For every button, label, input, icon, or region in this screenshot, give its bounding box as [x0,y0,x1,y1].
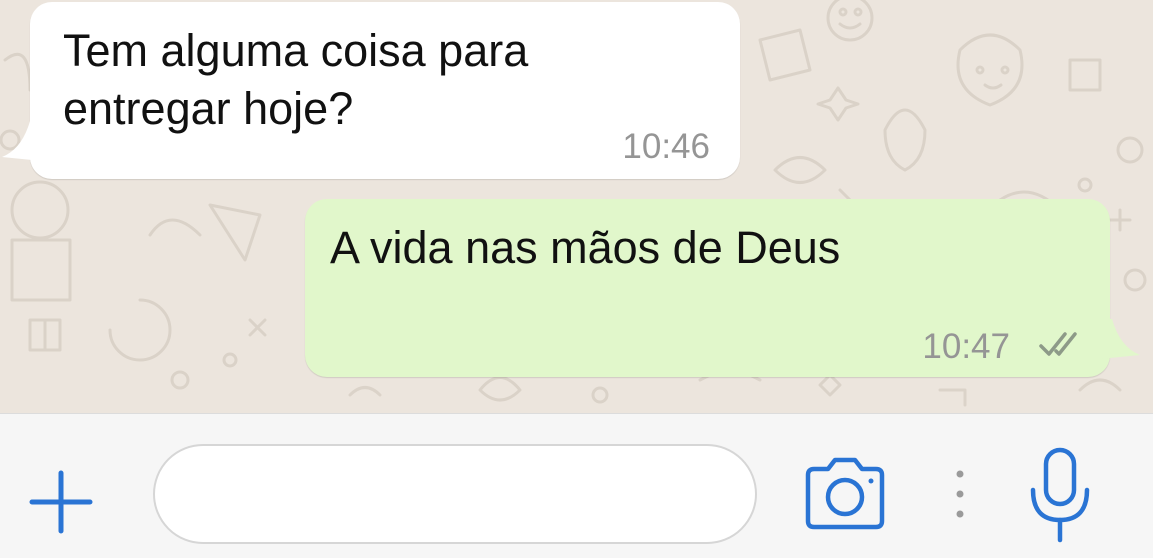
incoming-message-bubble[interactable]: Tem alguma coisa para entregar hoje? 10:… [2,2,740,179]
bubble-tail-left [2,121,42,161]
outgoing-message-text: A vida nas mãos de Deus [330,222,841,273]
incoming-message-text: Tem alguma coisa para entregar hoje? [63,25,529,134]
double-check-icon [1039,332,1077,356]
outgoing-message-bubble[interactable]: A vida nas mãos de Deus 10:47 [305,199,1140,377]
outgoing-message-time: 10:47 [922,327,1010,366]
message-input[interactable] [153,444,757,544]
vertical-dots-icon[interactable] [950,464,970,524]
bubble-tail-right [1100,319,1140,359]
message-input-bar [0,413,1153,558]
incoming-message-time: 10:46 [622,127,710,166]
microphone-icon[interactable] [1025,446,1095,546]
plus-icon[interactable] [28,469,94,535]
chat-area[interactable]: Tem alguma coisa para entregar hoje? 10:… [0,0,1153,413]
camera-icon[interactable] [800,457,890,532]
